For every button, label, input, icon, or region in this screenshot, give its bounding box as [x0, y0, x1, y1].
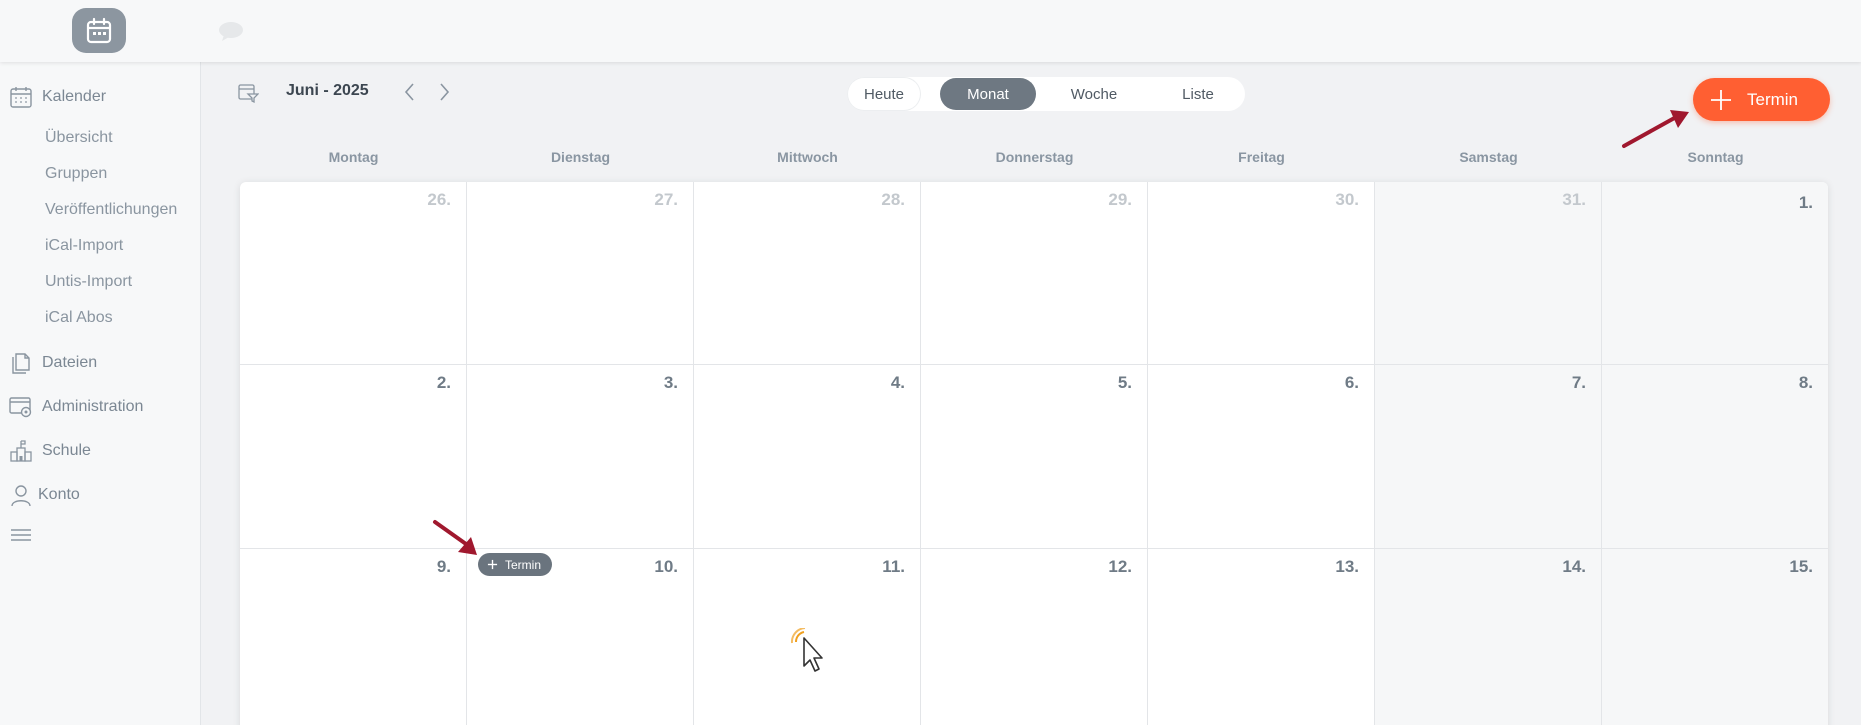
- app-root: Kalender Übersicht Gruppen Veröffentlich…: [0, 0, 1861, 725]
- sidebar-subitem-ical-import[interactable]: iCal-Import: [45, 237, 123, 255]
- calendar-filter-icon[interactable]: [237, 82, 260, 104]
- day-cell[interactable]: 15.: [1602, 549, 1828, 725]
- day-number: 11.: [882, 557, 905, 576]
- sidebar-item-konto[interactable]: Konto: [0, 482, 200, 508]
- day-number: 29.: [1108, 190, 1132, 209]
- day-number: 3.: [663, 373, 678, 392]
- annotation-arrow-icon: [1622, 110, 1689, 148]
- day-number: 6.: [1344, 373, 1359, 392]
- day-cell[interactable]: 1.: [1602, 182, 1828, 365]
- weekday-header: Donnerstag: [995, 149, 1074, 165]
- weekday-header: Sonntag: [1687, 149, 1744, 165]
- day-cell[interactable]: 9.: [240, 549, 467, 725]
- sidebar-item-label: Administration: [42, 398, 144, 415]
- speech-bubble-icon[interactable]: [218, 20, 244, 42]
- day-cell[interactable]: 8.: [1602, 365, 1828, 549]
- plus-icon: [487, 559, 498, 570]
- hamburger-icon: [8, 522, 34, 548]
- day-cell[interactable]: 13.: [1148, 549, 1375, 725]
- sidebar-item-administration[interactable]: Administration: [0, 394, 200, 420]
- day-cell[interactable]: 27.: [467, 182, 694, 365]
- day-cell[interactable]: 30.: [1148, 182, 1375, 365]
- sidebar-item-kalender[interactable]: Kalender: [0, 84, 200, 110]
- sidebar-item-label: Kalender: [42, 88, 107, 105]
- day-cell[interactable]: 12.: [921, 549, 1148, 725]
- prev-month-chevron-left-icon[interactable]: [400, 80, 420, 104]
- month-grid: 26. 27. 28. 29. 30. 31. 1. 2. 3. 4. 5. 6…: [240, 182, 1828, 725]
- calendar-icon: [8, 84, 34, 110]
- day-cell[interactable]: 14.: [1375, 549, 1602, 725]
- day-number: 8.: [1798, 373, 1813, 392]
- day-cell[interactable]: 3.: [467, 365, 694, 549]
- view-list-button[interactable]: Liste: [1152, 78, 1244, 110]
- documents-icon: [8, 350, 34, 376]
- weekday-header: Dienstag: [550, 149, 611, 165]
- day-number: 2.: [436, 373, 451, 392]
- day-cell[interactable]: 31.: [1375, 182, 1602, 365]
- sidebar: Kalender Übersicht Gruppen Veröffentlich…: [0, 62, 201, 725]
- day-cell[interactable]: 2.: [240, 365, 467, 549]
- view-month-button[interactable]: Monat: [940, 78, 1036, 110]
- sidebar-subitem-gruppen[interactable]: Gruppen: [45, 165, 107, 183]
- add-termin-button[interactable]: Termin: [1693, 78, 1830, 121]
- view-week-button[interactable]: Woche: [1046, 78, 1142, 110]
- add-termin-label: Termin: [1747, 89, 1799, 109]
- day-number: 28.: [881, 190, 905, 209]
- sidebar-subitem-untis-import[interactable]: Untis-Import: [45, 273, 132, 291]
- day-number: 10.: [654, 557, 678, 576]
- day-cell[interactable]: 11.: [694, 549, 921, 725]
- sidebar-item-schule[interactable]: Schule: [0, 438, 200, 464]
- user-icon: [8, 482, 34, 508]
- day-number: 12.: [1108, 557, 1132, 576]
- inline-add-termin-label: Termin: [505, 557, 542, 572]
- sidebar-item-label: Schule: [42, 442, 91, 459]
- view-today-button[interactable]: Heute: [848, 78, 920, 110]
- month-title: Juni - 2025: [286, 82, 369, 99]
- day-number: 15.: [1789, 557, 1813, 576]
- day-number: 9.: [436, 557, 451, 576]
- sidebar-subitem-uebersicht[interactable]: Übersicht: [45, 129, 113, 147]
- day-cell[interactable]: 6.: [1148, 365, 1375, 549]
- sidebar-subitem-ical-abos[interactable]: iCal Abos: [45, 309, 113, 327]
- day-number: 31.: [1562, 190, 1586, 209]
- day-number: 4.: [890, 373, 905, 392]
- day-number: 27.: [654, 190, 678, 209]
- day-cell[interactable]: 7.: [1375, 365, 1602, 549]
- day-number: 13.: [1335, 557, 1359, 576]
- day-cell[interactable]: 29.: [921, 182, 1148, 365]
- weekday-header: Mittwoch: [777, 149, 838, 165]
- weekday-header: Samstag: [1459, 149, 1518, 165]
- app-logo-calendar-icon[interactable]: [72, 8, 126, 53]
- sidebar-item-dateien[interactable]: Dateien: [0, 350, 200, 376]
- plus-icon: [1711, 89, 1731, 110]
- day-number: 30.: [1335, 190, 1359, 209]
- admin-settings-icon: [8, 394, 34, 420]
- day-cell[interactable]: 26.: [240, 182, 467, 365]
- day-number: 26.: [427, 190, 451, 209]
- top-bar: [0, 0, 1861, 62]
- next-month-chevron-right-icon[interactable]: [434, 80, 454, 104]
- weekday-header: Montag: [328, 149, 379, 165]
- day-number: 5.: [1117, 373, 1132, 392]
- day-cell[interactable]: 5.: [921, 365, 1148, 549]
- day-number: 1.: [1798, 193, 1813, 212]
- day-number: 14.: [1562, 557, 1586, 576]
- sidebar-item-label: Dateien: [42, 354, 98, 371]
- weekday-header: Freitag: [1238, 149, 1285, 165]
- sidebar-item-label: Konto: [38, 486, 80, 503]
- day-cell[interactable]: 4.: [694, 365, 921, 549]
- inline-add-termin-button[interactable]: Termin: [478, 553, 552, 576]
- day-number: 7.: [1571, 373, 1586, 392]
- school-icon: [8, 438, 34, 464]
- day-cell[interactable]: 28.: [694, 182, 921, 365]
- sidebar-subitem-veroeffentlichungen[interactable]: Veröffentlichungen: [45, 201, 177, 219]
- sidebar-menu-toggle[interactable]: [0, 522, 200, 548]
